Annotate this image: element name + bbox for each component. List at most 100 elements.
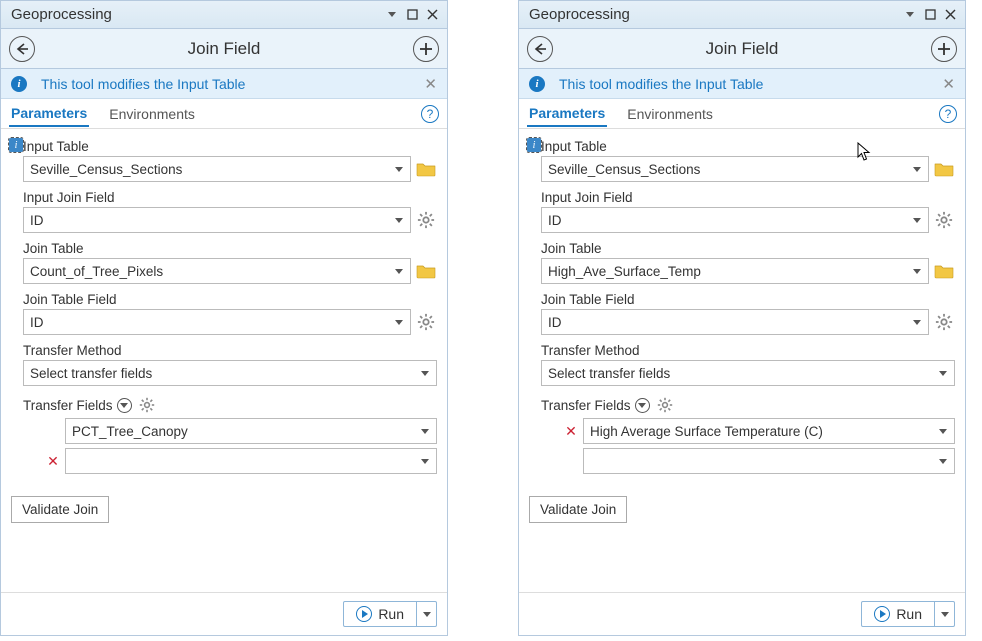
join-table-label: Join Table (541, 241, 955, 256)
transfer-method-combo[interactable]: Select transfer fields (23, 360, 437, 386)
add-button[interactable] (931, 36, 957, 62)
chevron-down-icon (420, 456, 430, 466)
chevron-down-icon (394, 215, 404, 225)
input-join-field-label: Input Join Field (23, 190, 437, 205)
input-table-combo[interactable]: Seville_Census_Sections (541, 156, 929, 182)
chevron-down-icon[interactable] (901, 6, 919, 24)
remove-row-button[interactable]: ✕ (565, 423, 577, 440)
transfer-field-row: ✕ (47, 448, 437, 474)
chevron-down-icon[interactable] (383, 6, 401, 24)
settings-button[interactable] (415, 209, 437, 231)
pane-title: Geoprocessing (529, 6, 899, 23)
close-info-button[interactable]: ✕ (942, 75, 955, 93)
transfer-field-row (565, 448, 955, 474)
transfer-field-combo[interactable] (583, 448, 955, 474)
settings-button[interactable] (136, 394, 158, 416)
browse-folder-button[interactable] (933, 260, 955, 282)
toolbar: Join Field (1, 29, 447, 69)
transfer-method-combo[interactable]: Select transfer fields (541, 360, 955, 386)
close-icon[interactable] (423, 6, 441, 24)
chevron-down-icon (394, 266, 404, 276)
run-dropdown-button[interactable] (935, 601, 955, 627)
info-marker-icon: i (9, 138, 23, 152)
chevron-down-icon (912, 266, 922, 276)
tabs: Parameters Environments ? (519, 99, 965, 129)
tabs: Parameters Environments ? (1, 99, 447, 129)
join-table-field-combo[interactable]: ID (541, 309, 929, 335)
settings-button[interactable] (933, 209, 955, 231)
transfer-field-combo[interactable]: PCT_Tree_Canopy (65, 418, 437, 444)
browse-folder-button[interactable] (415, 158, 437, 180)
transfer-fields-list: ✕ High Average Surface Temperature (C) (541, 418, 955, 474)
chevron-down-icon (938, 368, 948, 378)
help-icon[interactable]: ? (421, 105, 439, 123)
chevron-down-icon (912, 164, 922, 174)
info-marker-icon: i (527, 138, 541, 152)
tab-environments[interactable]: Environments (625, 102, 715, 126)
expand-toggle-button[interactable] (635, 398, 650, 413)
settings-button[interactable] (415, 311, 437, 333)
settings-button[interactable] (654, 394, 676, 416)
footer: Run (519, 592, 965, 635)
input-join-field-label: Input Join Field (541, 190, 955, 205)
expand-toggle-button[interactable] (117, 398, 132, 413)
validate-join-button[interactable]: Validate Join (11, 496, 109, 523)
titlebar: Geoprocessing (519, 1, 965, 29)
chevron-down-icon (938, 426, 948, 436)
run-dropdown-button[interactable] (417, 601, 437, 627)
maximize-icon[interactable] (403, 6, 421, 24)
input-join-field-combo[interactable]: ID (541, 207, 929, 233)
chevron-down-icon (938, 456, 948, 466)
back-button[interactable] (9, 36, 35, 62)
validate-join-button[interactable]: Validate Join (529, 496, 627, 523)
play-icon (356, 606, 372, 622)
info-text: This tool modifies the Input Table (559, 76, 763, 92)
parameters-panel: i Input Table Seville_Census_Sections In… (519, 129, 965, 592)
tab-environments[interactable]: Environments (107, 102, 197, 126)
help-icon[interactable]: ? (939, 105, 957, 123)
transfer-fields-label: Transfer Fields (541, 398, 631, 413)
toolbar: Join Field (519, 29, 965, 69)
input-table-label: Input Table (11, 139, 437, 154)
info-bar: i This tool modifies the Input Table ✕ (519, 69, 965, 99)
input-table-combo[interactable]: Seville_Census_Sections (23, 156, 411, 182)
join-table-label: Join Table (23, 241, 437, 256)
titlebar: Geoprocessing (1, 1, 447, 29)
geoprocessing-pane: Geoprocessing Join Field i This tool mod… (0, 0, 448, 636)
transfer-field-combo[interactable] (65, 448, 437, 474)
tool-title: Join Field (35, 39, 413, 59)
add-button[interactable] (413, 36, 439, 62)
geoprocessing-pane: Geoprocessing Join Field i This tool mod… (518, 0, 966, 636)
info-icon: i (11, 76, 27, 92)
close-info-button[interactable]: ✕ (424, 75, 437, 93)
chevron-down-icon (394, 164, 404, 174)
info-bar: i This tool modifies the Input Table ✕ (1, 69, 447, 99)
join-table-field-label: Join Table Field (541, 292, 955, 307)
browse-folder-button[interactable] (933, 158, 955, 180)
join-table-combo[interactable]: High_Ave_Surface_Temp (541, 258, 929, 284)
input-join-field-combo[interactable]: ID (23, 207, 411, 233)
remove-row-button[interactable]: ✕ (47, 453, 59, 470)
browse-folder-button[interactable] (415, 260, 437, 282)
run-button[interactable]: Run (343, 601, 417, 627)
transfer-method-label: Transfer Method (23, 343, 437, 358)
back-button[interactable] (527, 36, 553, 62)
tool-title: Join Field (553, 39, 931, 59)
info-text: This tool modifies the Input Table (41, 76, 245, 92)
info-icon: i (529, 76, 545, 92)
footer: Run (1, 592, 447, 635)
chevron-down-icon (912, 317, 922, 327)
play-icon (874, 606, 890, 622)
tab-parameters[interactable]: Parameters (9, 101, 89, 127)
chevron-down-icon (912, 215, 922, 225)
close-icon[interactable] (941, 6, 959, 24)
join-table-field-combo[interactable]: ID (23, 309, 411, 335)
pane-title: Geoprocessing (11, 6, 381, 23)
run-button[interactable]: Run (861, 601, 935, 627)
tab-parameters[interactable]: Parameters (527, 101, 607, 127)
join-table-combo[interactable]: Count_of_Tree_Pixels (23, 258, 411, 284)
transfer-field-combo[interactable]: High Average Surface Temperature (C) (583, 418, 955, 444)
settings-button[interactable] (933, 311, 955, 333)
maximize-icon[interactable] (921, 6, 939, 24)
join-table-field-label: Join Table Field (23, 292, 437, 307)
